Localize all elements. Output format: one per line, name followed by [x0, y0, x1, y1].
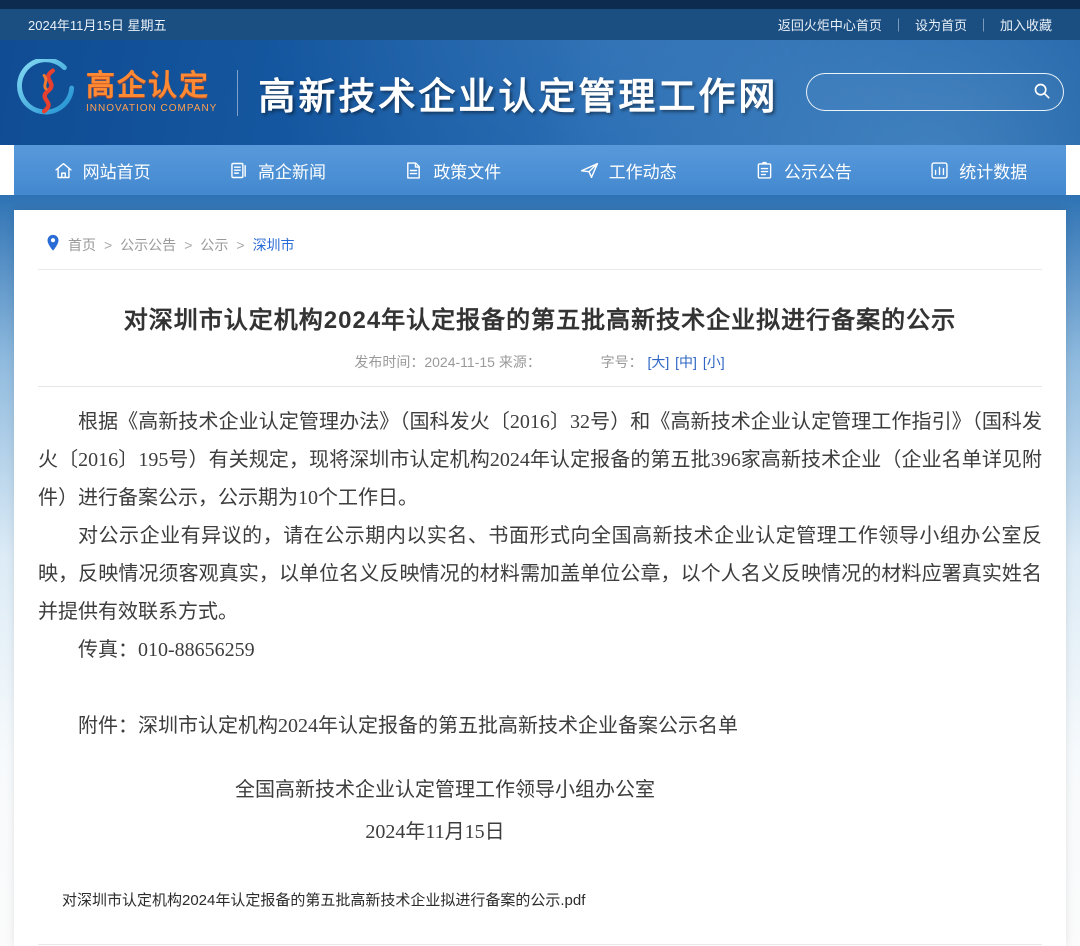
nav-label: 高企新闻 — [258, 158, 326, 183]
topbar-separator: ｜ — [977, 15, 990, 34]
breadcrumb-announcements[interactable]: 公示公告 — [120, 235, 176, 255]
content-card: 首页 > 公示公告 > 公示 > 深圳市 对深圳市认定机构2024年认定报备的第… — [14, 210, 1066, 946]
home-icon — [53, 160, 74, 181]
nav-label: 公示公告 — [784, 158, 852, 183]
publish-date: 2024-11-15 — [424, 354, 495, 370]
nav-item-news[interactable]: 高企新闻 — [189, 145, 364, 195]
announcement-icon — [754, 160, 775, 181]
nav-item-policy[interactable]: 政策文件 — [365, 145, 540, 195]
logo-cn-text: 高企认定 — [86, 71, 217, 101]
source-label: 来源： — [499, 354, 541, 370]
paragraph: 根据《高新技术企业认定管理办法》（国科发火〔2016〕32号）和《高新技术企业认… — [38, 403, 1042, 517]
policy-doc-icon — [403, 160, 424, 181]
link-torch-center-home[interactable]: 返回火炬中心首页 — [778, 15, 882, 34]
nav-item-statistics[interactable]: 统计数据 — [891, 145, 1066, 195]
link-add-favorites[interactable]: 加入收藏 — [1000, 15, 1052, 34]
site-header: 高企认定 INNOVATION COMPANY 高新技术企业认定管理工作网 — [0, 40, 1080, 145]
pdf-attachment-link[interactable]: 对深圳市认定机构2024年认定报备的第五批高新技术企业拟进行备案的公示.pdf — [62, 889, 585, 910]
nav-label: 工作动态 — [609, 158, 677, 183]
paragraph: 对公示企业有异议的，请在公示期内以实名、书面形式向全国高新技术企业认定管理工作领… — [38, 517, 1042, 631]
nav-label: 政策文件 — [433, 158, 501, 183]
site-title: 高新技术企业认定管理工作网 — [258, 66, 778, 120]
nav-item-home[interactable]: 网站首页 — [14, 145, 189, 195]
news-icon — [228, 160, 249, 181]
top-utility-bar: 2024年11月15日 星期五 返回火炬中心首页 ｜ 设为首页 ｜ 加入收藏 — [0, 0, 1080, 40]
article-meta: 发布时间：2024-11-15 来源： 字号： [大] [中] [小] — [38, 352, 1042, 372]
article-title: 对深圳市认定机构2024年认定报备的第五批高新技术企业拟进行备案的公示 — [38, 300, 1042, 335]
breadcrumb-separator: > — [184, 237, 192, 253]
signature-date: 2024年11月15日 — [38, 813, 1042, 851]
topbar-links: 返回火炬中心首页 ｜ 设为首页 ｜ 加入收藏 — [778, 15, 1052, 34]
publish-time-label: 发布时间： — [354, 354, 424, 370]
main-nav: 网站首页 高企新闻 政策文件 工作动态 — [14, 145, 1066, 195]
paper-plane-icon — [579, 160, 600, 181]
attachment-line: 附件：深圳市认定机构2024年认定报备的第五批高新技术企业备案公示名单 — [38, 707, 1042, 745]
location-pin-icon — [46, 234, 60, 255]
logo-swoosh-icon — [16, 59, 78, 126]
nav-label: 网站首页 — [83, 158, 151, 183]
nav-label: 统计数据 — [959, 158, 1027, 183]
search-input[interactable] — [823, 84, 1027, 100]
breadcrumb-separator: > — [236, 237, 244, 253]
signature-office: 全国高新技术企业认定管理工作领导小组办公室 — [38, 771, 1042, 809]
nav-item-announcements[interactable]: 公示公告 — [715, 145, 890, 195]
divider — [38, 386, 1042, 387]
statistics-icon — [929, 160, 950, 181]
site-logo[interactable]: 高企认定 INNOVATION COMPANY — [16, 59, 217, 126]
article-body: 根据《高新技术企业认定管理办法》（国科发火〔2016〕32号）和《高新技术企业认… — [38, 403, 1042, 851]
search-button[interactable] — [1027, 77, 1057, 107]
search-icon — [1031, 80, 1053, 105]
fontsize-label: 字号： — [601, 354, 643, 370]
nav-item-work-trends[interactable]: 工作动态 — [540, 145, 715, 195]
breadcrumb-separator: > — [104, 237, 112, 253]
topbar-separator: ｜ — [892, 15, 905, 34]
breadcrumb: 首页 > 公示公告 > 公示 > 深圳市 — [38, 210, 1042, 270]
fax-line: 传真：010-88656259 — [38, 631, 1042, 669]
link-set-homepage[interactable]: 设为首页 — [915, 15, 967, 34]
breadcrumb-public[interactable]: 公示 — [200, 235, 228, 255]
page-background: 首页 > 公示公告 > 公示 > 深圳市 对深圳市认定机构2024年认定报备的第… — [0, 195, 1080, 946]
breadcrumb-home[interactable]: 首页 — [68, 235, 96, 255]
logo-en-text: INNOVATION COMPANY — [86, 104, 217, 115]
fontsize-large-button[interactable]: [大] — [648, 354, 670, 370]
fontsize-medium-button[interactable]: [中] — [675, 354, 697, 370]
breadcrumb-shenzhen[interactable]: 深圳市 — [253, 235, 295, 255]
header-divider — [237, 70, 238, 116]
search-box[interactable] — [806, 73, 1064, 111]
divider — [38, 944, 1042, 945]
current-date: 2024年11月15日 星期五 — [28, 15, 167, 34]
fontsize-small-button[interactable]: [小] — [703, 354, 725, 370]
